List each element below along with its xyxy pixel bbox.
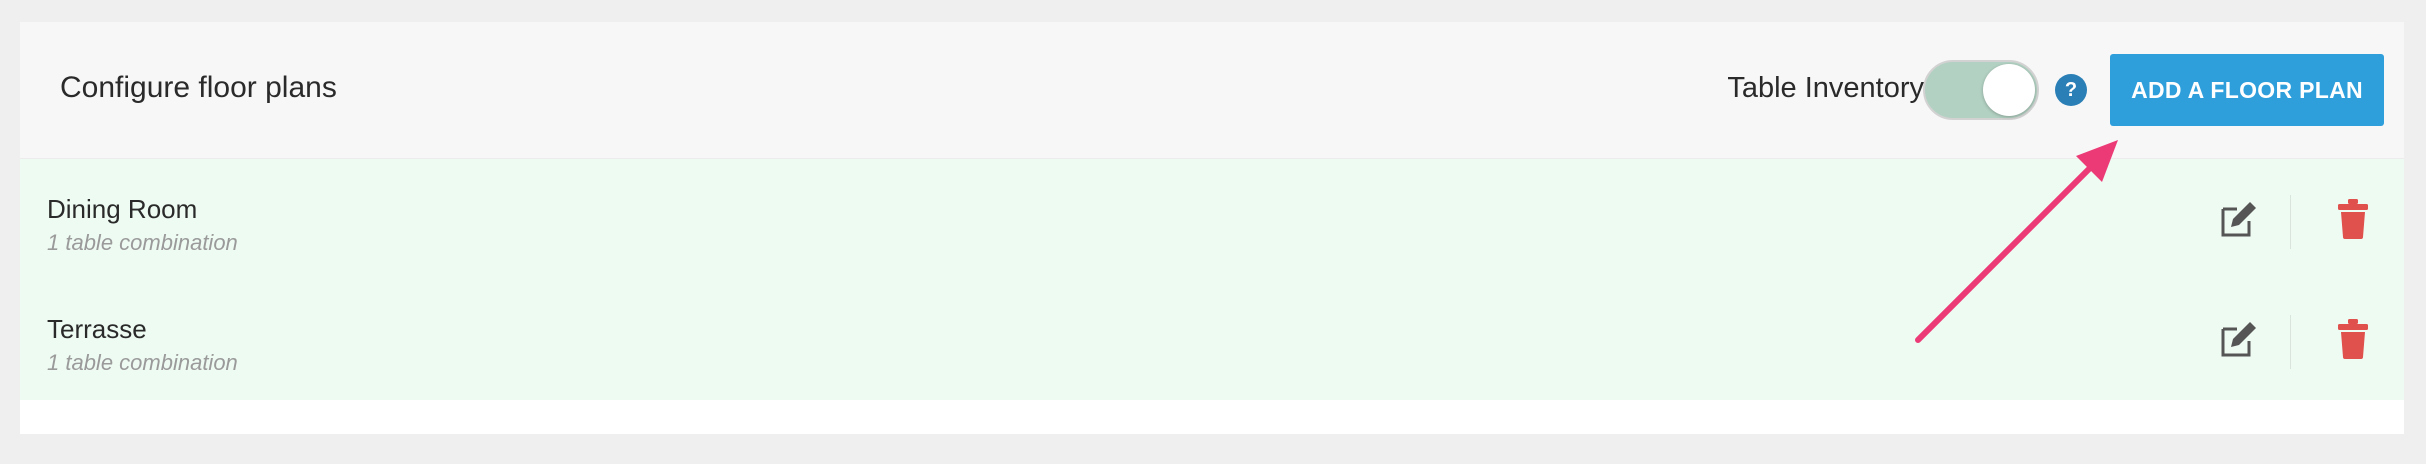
action-divider bbox=[2290, 315, 2291, 369]
floor-plan-subtitle: 1 table combination bbox=[47, 230, 238, 255]
edit-icon[interactable] bbox=[2217, 319, 2259, 361]
floor-plan-name[interactable]: Dining Room bbox=[47, 193, 197, 225]
action-divider bbox=[2290, 195, 2291, 249]
floor-plan-name[interactable]: Terrasse bbox=[47, 313, 147, 345]
table-inventory-toggle[interactable] bbox=[1923, 60, 2039, 120]
add-floor-plan-button[interactable]: ADD A FLOOR PLAN bbox=[2110, 54, 2384, 126]
edit-icon[interactable] bbox=[2217, 199, 2259, 241]
trash-icon[interactable] bbox=[2337, 319, 2369, 359]
trash-icon[interactable] bbox=[2337, 199, 2369, 239]
help-icon[interactable]: ? bbox=[2055, 74, 2087, 106]
page-title: Configure floor plans bbox=[60, 71, 337, 104]
annotation-arrow-icon bbox=[1915, 140, 2118, 343]
floor-plan-subtitle: 1 table combination bbox=[47, 350, 238, 375]
toggle-knob bbox=[1983, 64, 2035, 116]
table-inventory-label: Table Inventory bbox=[1727, 72, 1924, 104]
